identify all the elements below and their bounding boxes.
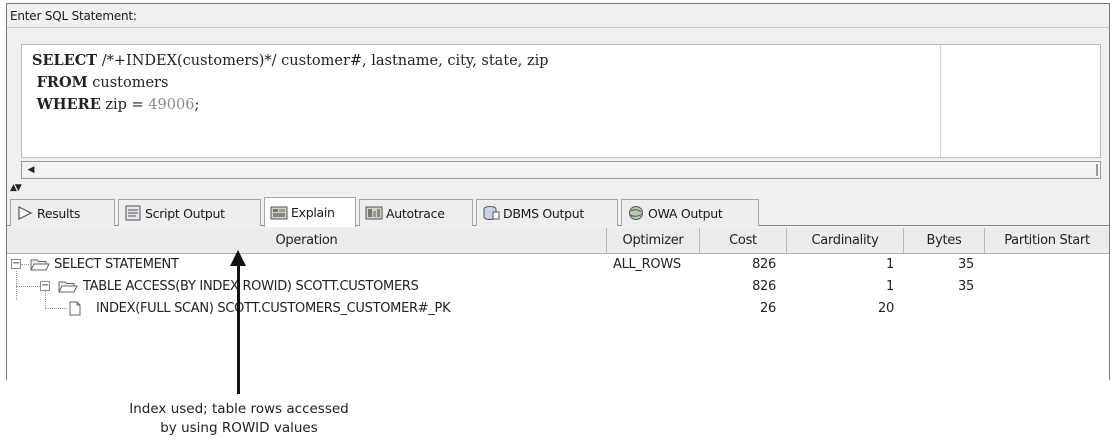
sql-number-literal: 49006 <box>148 97 195 113</box>
cardinality-cell: 1 <box>886 257 894 272</box>
bytes-cell: 35 <box>958 279 974 294</box>
cost-cell: 826 <box>752 279 776 294</box>
grid-header-row: Operation Optimizer Cost Cardinality Byt… <box>7 228 1109 254</box>
plan-row[interactable]: − TABLE ACCESS(BY INDEX ROWID) SCOTT.CUS… <box>7 276 1109 298</box>
sql-line-3-text: zip = <box>100 97 149 113</box>
dbms-output-icon <box>482 205 500 221</box>
operation-cell: SELECT STATEMENT <box>54 257 179 272</box>
tab-label: Explain <box>291 205 335 220</box>
sql-worksheet-window: Enter SQL Statement: SELECT /*+INDEX(cus… <box>6 3 1110 380</box>
cardinality-cell: 20 <box>878 301 894 316</box>
sql-line-2-text: customers <box>87 75 169 91</box>
column-header-bytes[interactable]: Bytes <box>904 228 985 254</box>
bytes-cell: 35 <box>958 257 974 272</box>
operation-cell: TABLE ACCESS(BY INDEX ROWID) SCOTT.CUSTO… <box>83 279 419 294</box>
callout-arrow-shaft <box>237 262 240 394</box>
editor-horizontal-scrollbar[interactable]: ◀ <box>21 161 1101 179</box>
sql-line-3-tail: ; <box>194 97 200 113</box>
document-icon <box>69 301 81 316</box>
sql-line-1-text: /*+INDEX(customers)*/ customer#, lastnam… <box>97 53 549 69</box>
scroll-right-edge <box>1096 164 1098 176</box>
sql-prompt-label: Enter SQL Statement: <box>10 9 137 23</box>
cost-cell: 826 <box>752 257 776 272</box>
tab-label: DBMS Output <box>503 205 585 221</box>
callout-caption: Index used; table rows accessed by using… <box>108 400 370 438</box>
tab-autotrace[interactable]: Autotrace <box>359 199 473 226</box>
tab-explain[interactable]: Explain <box>264 197 356 227</box>
tab-dbms-output[interactable]: DBMS Output <box>476 199 618 226</box>
tab-label: Results <box>37 205 81 221</box>
sql-line-3: WHERE zip = 49006; <box>32 94 200 116</box>
column-header-cost[interactable]: Cost <box>700 228 787 254</box>
tab-label: Autotrace <box>386 205 445 221</box>
owa-output-icon <box>627 205 645 221</box>
tab-label: OWA Output <box>648 205 723 221</box>
sql-line-1: SELECT /*+INDEX(customers)*/ customer#, … <box>32 50 549 72</box>
sql-editor[interactable]: SELECT /*+INDEX(customers)*/ customer#, … <box>21 44 1101 158</box>
sql-keyword-where: WHERE <box>36 96 101 113</box>
cost-cell: 26 <box>760 301 776 316</box>
play-icon <box>16 205 34 221</box>
splitter-arrows-icon[interactable]: ▲▼ <box>10 182 34 194</box>
script-output-icon <box>124 205 142 221</box>
output-tab-bar: Results Script Output Explain Autotrace … <box>7 194 1109 227</box>
open-folder-icon <box>58 281 78 293</box>
cardinality-cell: 1 <box>886 279 894 294</box>
prompt-divider <box>7 27 1109 28</box>
plan-row[interactable]: INDEX(FULL SCAN) SCOTT.CUSTOMERS_CUSTOME… <box>7 298 1109 320</box>
open-folder-icon <box>30 259 50 271</box>
explain-plan-grid: Operation Optimizer Cost Cardinality Byt… <box>7 228 1109 380</box>
editor-right-margin <box>940 45 941 157</box>
column-header-cardinality[interactable]: Cardinality <box>787 228 904 254</box>
bytes-cell <box>904 298 974 320</box>
sql-keyword-from: FROM <box>36 74 88 91</box>
scroll-left-arrow-icon[interactable]: ◀ <box>24 163 38 177</box>
tab-script-output[interactable]: Script Output <box>118 199 261 226</box>
operation-cell: INDEX(FULL SCAN) SCOTT.CUSTOMERS_CUSTOME… <box>96 301 451 316</box>
callout-caption-line-2: by using ROWID values <box>160 420 318 436</box>
callout-caption-line-1: Index used; table rows accessed <box>129 401 349 417</box>
tab-label: Script Output <box>145 205 225 221</box>
optimizer-cell: ALL_ROWS <box>613 257 681 272</box>
autotrace-icon <box>365 205 383 221</box>
sql-line-2: FROM customers <box>32 72 169 94</box>
tab-results[interactable]: Results <box>10 199 115 226</box>
collapse-icon[interactable]: − <box>11 259 21 269</box>
column-header-optimizer[interactable]: Optimizer <box>607 228 700 254</box>
column-header-operation[interactable]: Operation <box>7 228 607 254</box>
collapse-icon[interactable]: − <box>40 281 50 291</box>
plan-row[interactable]: − SELECT STATEMENT ALL_ROWS 826 1 35 <box>7 254 1109 276</box>
explain-plan-icon <box>270 205 288 221</box>
sql-keyword-select: SELECT <box>32 52 98 69</box>
column-header-partition-start[interactable]: Partition Start <box>985 228 1109 254</box>
tab-owa-output[interactable]: OWA Output <box>621 199 759 226</box>
